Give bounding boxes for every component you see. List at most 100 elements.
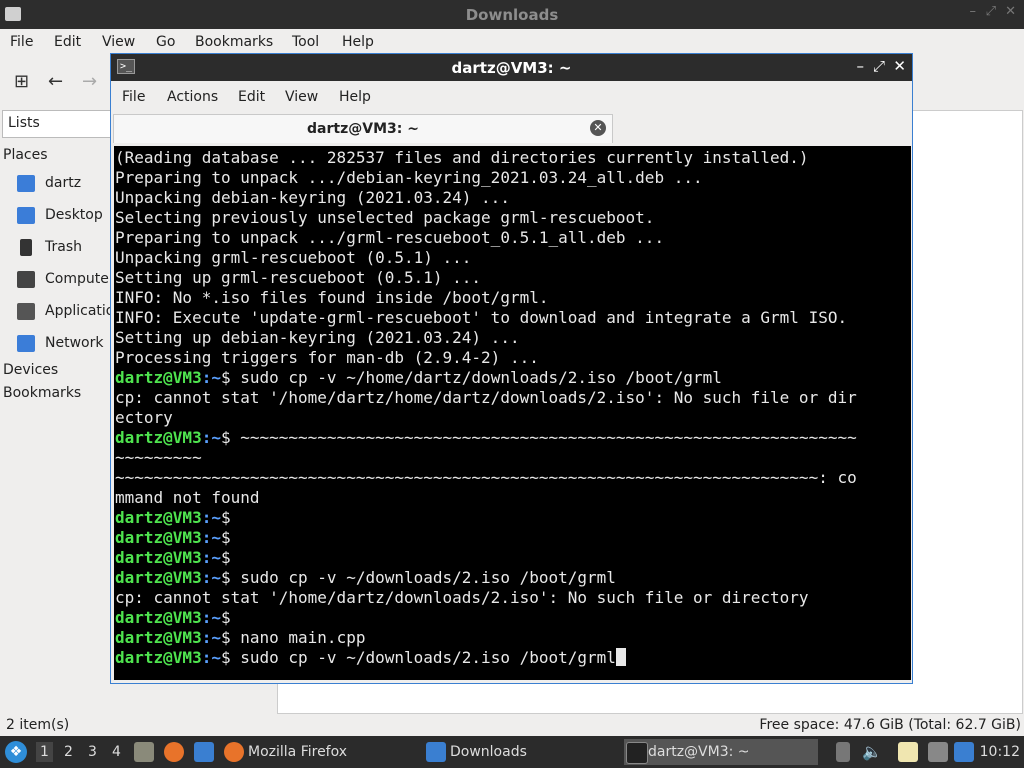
place-label: Applications xyxy=(45,303,112,319)
line-text: Preparing to unpack .../debian-keyring_2… xyxy=(115,168,703,187)
forward-arrow-icon[interactable]: → xyxy=(82,71,97,92)
fm-menu-view[interactable]: View xyxy=(102,34,135,50)
prompt-path: :~ xyxy=(201,508,221,527)
item-count-status: 2 item(s) xyxy=(6,717,70,733)
terminal-output[interactable]: (Reading database ... 282537 files and d… xyxy=(114,146,911,680)
place-desktop[interactable]: Desktop xyxy=(17,205,117,229)
desktop-icon xyxy=(17,207,35,224)
terminal-titlebar[interactable]: >_ dartz@VM3: ~ – ⤢ ✕ xyxy=(111,54,912,81)
term-menu-view[interactable]: View xyxy=(285,89,318,105)
start-menu-icon[interactable]: ❖ xyxy=(5,741,27,763)
task-terminal[interactable]: dartz@VM3: ~ xyxy=(624,739,818,765)
terminal-output-line: ~~~~~~~~~~~~~~~~~~~~~~~~~~~~~~~~~~~~~~~~… xyxy=(115,468,911,488)
fm-menu-edit[interactable]: Edit xyxy=(54,34,81,50)
minimize-icon[interactable]: – xyxy=(857,57,865,75)
prompt-path: :~ xyxy=(201,368,221,387)
prompt-user: dartz@VM3 xyxy=(115,608,202,627)
line-text: Preparing to unpack .../grml-rescueboot_… xyxy=(115,228,665,247)
prompt-path: :~ xyxy=(201,548,221,567)
new-tab-icon[interactable]: ⊞ xyxy=(14,71,29,92)
file-manager-launcher-icon[interactable] xyxy=(134,742,154,762)
fm-menu-help[interactable]: Help xyxy=(342,34,374,50)
free-space-status: Free space: 47.6 GiB (Total: 62.7 GiB) xyxy=(759,717,1021,733)
terminal-output-line: Setting up grml-rescueboot (0.5.1) ... xyxy=(115,268,911,288)
workspace-1[interactable]: 1 xyxy=(36,742,53,762)
prompt-path: :~ xyxy=(201,628,221,647)
fm-titlebar[interactable]: Downloads – ⤢ ✕ xyxy=(0,0,1024,29)
terminal-tab-label: dartz@VM3: ~ xyxy=(307,121,419,137)
terminal-menubar: File Actions Edit View Help xyxy=(111,82,912,112)
line-text: ectory xyxy=(115,408,173,427)
firefox-launcher-icon[interactable] xyxy=(164,742,184,762)
clipboard-icon[interactable] xyxy=(898,742,918,762)
close-icon[interactable]: ✕ xyxy=(893,57,906,75)
terminal-output-line: Preparing to unpack .../debian-keyring_2… xyxy=(115,168,911,188)
prompt-path: :~ xyxy=(201,428,221,447)
term-menu-edit[interactable]: Edit xyxy=(238,89,265,105)
place-applications[interactable]: Applications xyxy=(17,301,112,325)
fm-menu-file[interactable]: File xyxy=(10,34,33,50)
maximize-icon[interactable]: ⤢ xyxy=(986,4,996,19)
terminal-prompt-line: dartz@VM3:~$ xyxy=(115,548,911,568)
terminal-output-line: Setting up debian-keyring (2021.03.24) .… xyxy=(115,328,911,348)
place-label: dartz xyxy=(45,175,82,191)
terminal-window: >_ dartz@VM3: ~ – ⤢ ✕ File Actions Edit … xyxy=(110,53,913,684)
trash-icon xyxy=(20,239,32,256)
side-pane-select[interactable]: Lists xyxy=(2,110,111,138)
line-text: $ xyxy=(220,548,231,567)
workspace-2[interactable]: 2 xyxy=(64,744,73,760)
back-arrow-icon[interactable]: ← xyxy=(48,71,63,92)
line-text: Unpacking debian-keyring (2021.03.24) ..… xyxy=(115,188,510,207)
place-trash[interactable]: Trash xyxy=(17,237,117,261)
terminal-prompt-line: dartz@VM3:~$ nano main.cpp xyxy=(115,628,911,648)
terminal-output-line: cp: cannot stat '/home/dartz/downloads/2… xyxy=(115,588,911,608)
line-text: ~~~~~~~~~~~~~~~~~~~~~~~~~~~~~~~~~~~~~~~~… xyxy=(115,468,857,487)
line-text: INFO: Execute 'update-grml-rescueboot' t… xyxy=(115,308,848,327)
terminal-icon xyxy=(626,742,648,764)
task-downloads[interactable]: Downloads xyxy=(426,739,616,765)
firefox-icon xyxy=(224,742,244,762)
show-desktop-icon[interactable] xyxy=(194,742,214,762)
prompt-user: dartz@VM3 xyxy=(115,548,202,567)
terminal-output-line: cp: cannot stat '/home/dartz/home/dartz/… xyxy=(115,388,911,408)
terminal-prompt-line: dartz@VM3:~$ ~~~~~~~~~~~~~~~~~~~~~~~~~~~… xyxy=(115,428,911,448)
place-network[interactable]: Network xyxy=(17,333,117,357)
line-text: $ xyxy=(220,508,231,527)
term-menu-help[interactable]: Help xyxy=(339,89,371,105)
fm-menu-go[interactable]: Go xyxy=(156,34,175,50)
terminal-prompt-line: dartz@VM3:~$ sudo cp -v ~/downloads/2.is… xyxy=(115,568,911,588)
line-text: Setting up debian-keyring (2021.03.24) .… xyxy=(115,328,520,347)
notes-icon[interactable] xyxy=(836,742,850,762)
terminal-output-line: INFO: Execute 'update-grml-rescueboot' t… xyxy=(115,308,911,328)
task-firefox[interactable]: Mozilla Firefox xyxy=(224,739,414,765)
terminal-output-line: INFO: No *.iso files found inside /boot/… xyxy=(115,288,911,308)
close-icon[interactable]: ✕ xyxy=(1005,4,1016,19)
line-text: (Reading database ... 282537 files and d… xyxy=(115,148,809,167)
minimize-icon[interactable]: – xyxy=(970,4,977,19)
bookmarks-heading[interactable]: Bookmarks xyxy=(3,385,81,401)
prompt-user: dartz@VM3 xyxy=(115,528,202,547)
prompt-path: :~ xyxy=(201,528,221,547)
term-menu-actions[interactable]: Actions xyxy=(167,89,218,105)
devices-heading[interactable]: Devices xyxy=(3,362,58,378)
prompt-user: dartz@VM3 xyxy=(115,428,202,447)
place-computer[interactable]: Computer xyxy=(17,269,112,293)
terminal-output-line: Preparing to unpack .../grml-rescueboot_… xyxy=(115,228,911,248)
line-text: $ sudo cp -v ~/downloads/2.iso /boot/grm… xyxy=(220,568,616,587)
close-tab-icon[interactable]: ✕ xyxy=(590,120,606,136)
fm-menu-bookmarks[interactable]: Bookmarks xyxy=(195,34,273,50)
fm-menu-tool[interactable]: Tool xyxy=(292,34,319,50)
line-text: Setting up grml-rescueboot (0.5.1) ... xyxy=(115,268,482,287)
task-label: dartz@VM3: ~ xyxy=(648,744,750,760)
network-status-icon[interactable] xyxy=(928,742,948,762)
text-cursor xyxy=(615,648,626,666)
term-menu-file[interactable]: File xyxy=(122,89,145,105)
workspace-3[interactable]: 3 xyxy=(88,744,97,760)
clock[interactable]: 10:12 xyxy=(980,744,1020,760)
volume-icon[interactable]: 🔈 xyxy=(862,742,882,762)
workspace-4[interactable]: 4 xyxy=(112,744,121,760)
maximize-icon[interactable]: ⤢ xyxy=(873,57,885,75)
update-notifier-icon[interactable] xyxy=(954,742,974,762)
terminal-tab[interactable]: dartz@VM3: ~ ✕ xyxy=(113,114,613,143)
place-dartz[interactable]: dartz xyxy=(17,173,117,197)
